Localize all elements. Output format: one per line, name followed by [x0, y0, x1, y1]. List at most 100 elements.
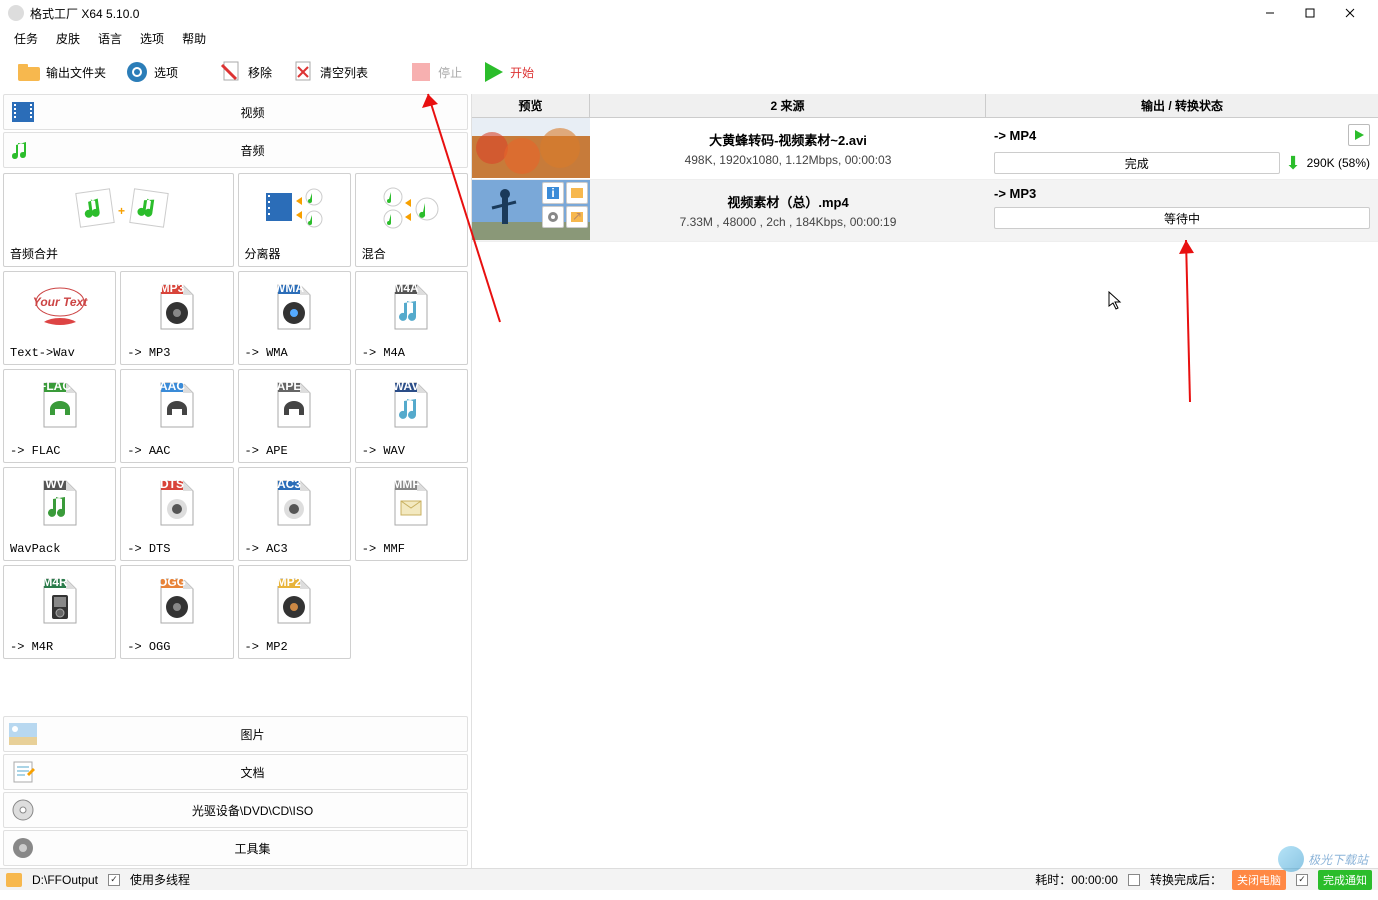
queue-row[interactable]: 大黄蜂转码-视频素材~2.avi 498K, 1920x1080, 1.12Mb…	[472, 118, 1378, 180]
svg-text:APE: APE	[277, 381, 302, 393]
menu-task[interactable]: 任务	[14, 30, 38, 47]
clear-button[interactable]: 清空列表	[282, 55, 376, 89]
format-text-wav[interactable]: Your Text Text->Wav	[3, 271, 116, 365]
gear-icon	[124, 59, 150, 85]
col-source[interactable]: 2 来源	[590, 94, 986, 117]
thumbnail	[472, 118, 590, 178]
main-area: 视频 音频 + 音频合并 分离器 混合 You	[0, 94, 1378, 868]
multithread-label: 使用多线程	[130, 871, 190, 888]
folder-icon	[16, 59, 42, 85]
menubar: 任务 皮肤 语言 选项 帮助	[0, 26, 1378, 50]
folder-icon[interactable]	[6, 873, 22, 887]
settings-button[interactable]	[542, 206, 564, 228]
format-ape[interactable]: APE -> APE	[238, 369, 351, 463]
menu-lang[interactable]: 语言	[98, 30, 122, 47]
queue-row[interactable]: i ↗ 视频素材（总）.mp4 7.33M , 48000 , 2ch , 18…	[472, 180, 1378, 242]
svg-text:OGG: OGG	[158, 577, 186, 589]
queue-header: 预览 2 来源 输出 / 转换状态	[472, 94, 1378, 118]
extra-button[interactable]: ↗	[566, 206, 588, 228]
disc-icon	[8, 795, 38, 825]
format-ac3[interactable]: AC3 -> AC3	[238, 467, 351, 561]
clear-icon	[290, 59, 316, 85]
status-label[interactable]: 完成	[994, 152, 1280, 174]
format-wma[interactable]: WMA -> WMA	[238, 271, 351, 365]
after-label: 转换完成后：	[1150, 871, 1222, 888]
multithread-checkbox[interactable]	[108, 874, 120, 886]
download-icon: ⬇	[1286, 153, 1301, 174]
status-cell: -> MP4 完成 ⬇ 290K (58%)	[986, 118, 1378, 179]
col-status[interactable]: 输出 / 转换状态	[986, 94, 1378, 117]
svg-text:+: +	[118, 204, 125, 218]
format-grid: + 音频合并 分离器 混合 Your Text Text->Wav MP3	[0, 170, 471, 716]
play-icon	[480, 59, 506, 85]
audio-icon	[8, 135, 38, 165]
statusbar: D:\FFOutput 使用多线程 耗时：00:00:00 转换完成后： 关闭电…	[0, 868, 1378, 890]
app-title: 格式工厂 X64 5.10.0	[30, 5, 1250, 22]
menu-skin[interactable]: 皮肤	[56, 30, 80, 47]
format-mmf[interactable]: MMF -> MMF	[355, 467, 468, 561]
notify-checkbox[interactable]	[1296, 874, 1308, 886]
menu-options[interactable]: 选项	[140, 30, 164, 47]
format-mp3[interactable]: MP3 -> MP3	[120, 271, 233, 365]
category-tools[interactable]: 工具集	[3, 830, 468, 866]
notify-button[interactable]: 完成通知	[1318, 870, 1372, 890]
target-format: -> MP3	[994, 186, 1370, 201]
svg-text:↗: ↗	[572, 212, 582, 222]
app-icon	[8, 5, 24, 21]
watermark: 极光下载站	[1278, 846, 1368, 872]
svg-text:Your Text: Your Text	[32, 295, 87, 309]
start-button[interactable]: 开始	[472, 55, 542, 89]
svg-text:WV: WV	[45, 479, 64, 491]
options-button[interactable]: 选项	[116, 55, 186, 89]
svg-text:M4A: M4A	[394, 283, 420, 295]
status-label[interactable]: 等待中	[994, 207, 1370, 229]
format-ogg[interactable]: OGG -> OGG	[120, 565, 233, 659]
format-wavpack[interactable]: WV WavPack	[3, 467, 116, 561]
tools-icon	[8, 833, 38, 863]
queue-rows: 大黄蜂转码-视频素材~2.avi 498K, 1920x1080, 1.12Mb…	[472, 118, 1378, 868]
file-info: 7.33M , 48000 , 2ch , 184Kbps, 00:00:19	[680, 215, 897, 229]
source-info: 大黄蜂转码-视频素材~2.avi 498K, 1920x1080, 1.12Mb…	[590, 118, 986, 179]
shutdown-button[interactable]: 关闭电脑	[1232, 870, 1286, 890]
format-audio-merge[interactable]: + 音频合并	[3, 173, 234, 267]
size-text: 290K (58%)	[1307, 156, 1370, 170]
after-checkbox[interactable]	[1128, 874, 1140, 886]
stop-button[interactable]: 停止	[400, 55, 470, 89]
format-aac[interactable]: AAC -> AAC	[120, 369, 233, 463]
col-preview[interactable]: 预览	[472, 94, 590, 117]
format-flac[interactable]: FLAC -> FLAC	[3, 369, 116, 463]
format-mixer[interactable]: 混合	[355, 173, 468, 267]
category-audio[interactable]: 音频	[3, 132, 468, 168]
svg-text:MP3: MP3	[160, 283, 185, 295]
format-mp2[interactable]: MP2 -> MP2	[238, 565, 351, 659]
doc-icon	[8, 757, 38, 787]
category-doc[interactable]: 文档	[3, 754, 468, 790]
elapsed-label: 耗时：00:00:00	[1035, 871, 1118, 888]
format-wav[interactable]: WAV -> WAV	[355, 369, 468, 463]
toolbar: 输出文件夹 选项 移除 清空列表 停止 开始	[0, 50, 1378, 94]
info-button[interactable]: i	[542, 182, 564, 204]
queue-panel: 预览 2 来源 输出 / 转换状态 大黄蜂转码-视频素材~2.avi 498K,…	[472, 94, 1378, 868]
close-button[interactable]	[1330, 1, 1370, 25]
file-name: 大黄蜂转码-视频素材~2.avi	[709, 130, 867, 149]
maximize-button[interactable]	[1290, 1, 1330, 25]
thumbnail: i ↗	[472, 180, 590, 240]
format-m4r[interactable]: M4R -> M4R	[3, 565, 116, 659]
open-folder-button[interactable]	[566, 182, 588, 204]
image-icon	[8, 719, 38, 749]
output-folder-button[interactable]: 输出文件夹	[8, 55, 114, 89]
format-dts[interactable]: DTS -> DTS	[120, 467, 233, 561]
svg-text:M4R: M4R	[42, 577, 68, 589]
svg-text:i: i	[551, 187, 554, 199]
format-splitter[interactable]: 分离器	[238, 173, 351, 267]
category-disc[interactable]: 光驱设备\DVD\CD\ISO	[3, 792, 468, 828]
menu-help[interactable]: 帮助	[182, 30, 206, 47]
category-image[interactable]: 图片	[3, 716, 468, 752]
output-path[interactable]: D:\FFOutput	[32, 873, 98, 887]
category-video[interactable]: 视频	[3, 94, 468, 130]
minimize-button[interactable]	[1250, 1, 1290, 25]
play-result-button[interactable]	[1348, 124, 1370, 146]
svg-text:DTS: DTS	[160, 479, 184, 491]
remove-button[interactable]: 移除	[210, 55, 280, 89]
format-m4a[interactable]: M4A -> M4A	[355, 271, 468, 365]
